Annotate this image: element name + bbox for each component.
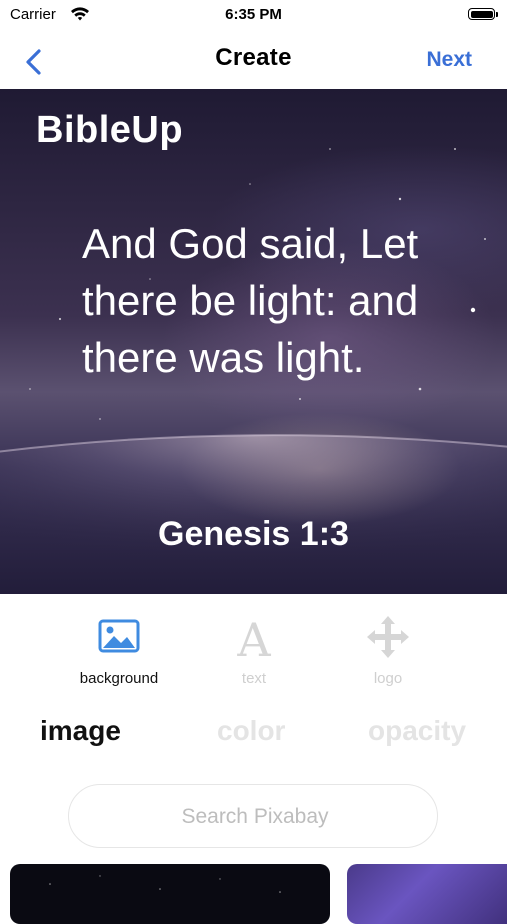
verse-reference: Genesis 1:3 <box>158 515 349 553</box>
verse-text: And God said, Let there be light: and th… <box>82 220 419 381</box>
option-opacity[interactable]: opacity <box>368 715 466 747</box>
navigation-bar: Create Next <box>0 30 507 90</box>
tool-background-label: background <box>79 670 159 687</box>
tool-logo-label: logo <box>373 670 403 687</box>
option-image[interactable]: image <box>40 715 121 747</box>
background-options: image color opacity <box>0 715 507 759</box>
status-bar: Carrier 6:35 PM <box>0 0 507 30</box>
search-field[interactable] <box>68 784 441 849</box>
brand-watermark: BibleUp <box>36 109 184 151</box>
svg-text:A: A <box>236 613 271 662</box>
search-input[interactable] <box>69 785 441 849</box>
tool-text[interactable]: A text <box>184 612 324 687</box>
verse-preview-canvas: BibleUp And God said, Let there be light… <box>0 89 507 594</box>
starfield-thumbnail-image <box>49 875 281 893</box>
text-a-icon: A <box>236 613 271 662</box>
background-thumbnail[interactable] <box>347 864 507 924</box>
next-button[interactable]: Next <box>426 48 472 72</box>
image-icon <box>98 619 140 653</box>
status-time: 6:35 PM <box>225 6 282 23</box>
tool-text-label: text <box>241 670 267 687</box>
battery-icon <box>468 8 498 20</box>
tool-logo[interactable]: logo <box>318 612 458 687</box>
tool-background[interactable]: background <box>49 612 189 687</box>
option-color[interactable]: color <box>217 715 285 747</box>
tool-tabs: background A text logo <box>0 612 507 702</box>
move-arrows-icon <box>367 616 409 658</box>
background-thumbnail[interactable] <box>10 864 330 924</box>
